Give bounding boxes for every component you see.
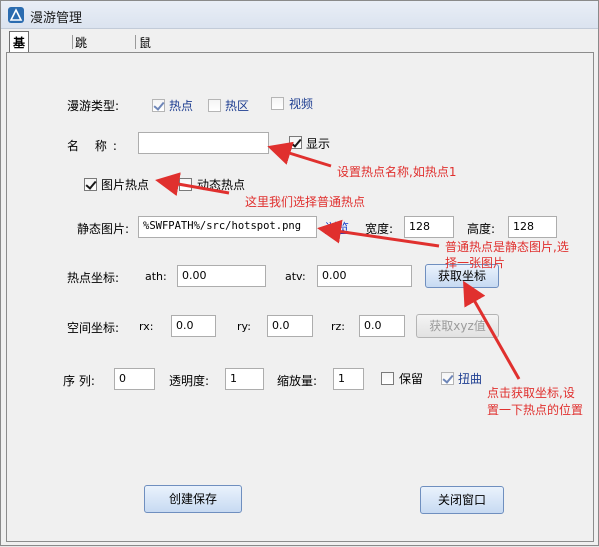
- get-xyz-button[interactable]: 获取xyz值: [416, 314, 499, 338]
- basic-properties-panel: [6, 52, 594, 542]
- browse-link[interactable]: 浏览: [325, 219, 349, 236]
- keep-label: 保留: [399, 372, 424, 386]
- static-tip-text-2: 择一张图片: [445, 256, 506, 270]
- title-bar: 漫游管理: [1, 1, 598, 29]
- atv-label: atv:: [285, 270, 306, 283]
- height-label: 高度:: [467, 222, 496, 236]
- name-label: 名 称:: [67, 139, 123, 153]
- animated-hotspot-checkbox[interactable]: [179, 178, 192, 191]
- show-checkbox[interactable]: [289, 136, 302, 149]
- ath-input[interactable]: 0.00: [177, 265, 266, 287]
- width-label: 宽度:: [365, 222, 394, 236]
- rx-input[interactable]: 0.0: [171, 315, 216, 337]
- opacity-label: 透明度:: [169, 374, 210, 388]
- order-label: 序 列:: [63, 374, 95, 388]
- static-image-label: 静态图片:: [77, 222, 130, 236]
- ry-input[interactable]: 0.0: [267, 315, 313, 337]
- create-save-button[interactable]: 创建保存: [144, 485, 242, 513]
- roam-type-hotspot-label: 热点: [169, 99, 194, 113]
- roam-type-video-label: 视频: [289, 97, 314, 111]
- roam-type-hotzone-label: 热区: [225, 99, 250, 113]
- opacity-input[interactable]: 1: [225, 368, 264, 390]
- height-input[interactable]: 128: [508, 216, 557, 238]
- app-logo-icon: [8, 7, 24, 23]
- close-window-button[interactable]: 关闭窗口: [420, 486, 504, 514]
- distort-label: 扭曲: [458, 372, 483, 386]
- order-input[interactable]: 0: [114, 368, 155, 390]
- ath-label: ath:: [145, 270, 167, 283]
- roam-type-hotspot-checkbox[interactable]: [152, 99, 165, 112]
- image-hotspot-checkbox[interactable]: [84, 178, 97, 191]
- rx-label: rx:: [139, 320, 154, 333]
- keep-checkbox[interactable]: [381, 372, 394, 385]
- coords-tip-text-1: 点击获取坐标,设: [487, 386, 575, 400]
- roam-type-hotzone-checkbox[interactable]: [208, 99, 221, 112]
- static-tip-text-1: 普通热点是静态图片,选: [445, 240, 569, 254]
- width-input[interactable]: 128: [404, 216, 454, 238]
- window-title: 漫游管理: [30, 11, 83, 26]
- coords-tip-text-2: 置一下热点的位置: [487, 403, 584, 417]
- hotspot-name-input[interactable]: [138, 132, 269, 154]
- roam-manager-window: 漫游管理 基本属性 跳转场景 鼠标事件 漫游类型: 热点 热区 视频 名 称: …: [0, 0, 599, 546]
- hotspot-tip-text: 这里我们选择普通热点: [245, 195, 366, 209]
- tab-basic-properties[interactable]: 基本属性: [9, 31, 30, 101]
- tab-mouse-events[interactable]: 鼠标事件: [136, 32, 154, 101]
- static-image-path-input[interactable]: %SWFPATH%/src/hotspot.png: [138, 216, 317, 238]
- image-hotspot-label: 图片热点: [101, 178, 150, 192]
- space-coords-label: 空间坐标:: [67, 321, 120, 335]
- hotspot-coords-label: 热点坐标:: [67, 271, 120, 285]
- roam-type-label: 漫游类型:: [67, 99, 120, 113]
- show-label: 显示: [306, 137, 331, 151]
- atv-input[interactable]: 0.00: [317, 265, 412, 287]
- rz-label: rz:: [331, 320, 346, 333]
- name-tip-text: 设置热点名称,如热点1: [337, 165, 457, 179]
- ry-label: ry:: [237, 320, 251, 333]
- scale-label: 缩放量:: [277, 374, 318, 388]
- distort-checkbox[interactable]: [441, 372, 454, 385]
- rz-input[interactable]: 0.0: [359, 315, 405, 337]
- tab-jump-scene[interactable]: 跳转场景: [72, 32, 90, 101]
- animated-hotspot-label: 动态热点: [197, 178, 246, 192]
- roam-type-video-checkbox[interactable]: [271, 97, 284, 110]
- scale-input[interactable]: 1: [333, 368, 364, 390]
